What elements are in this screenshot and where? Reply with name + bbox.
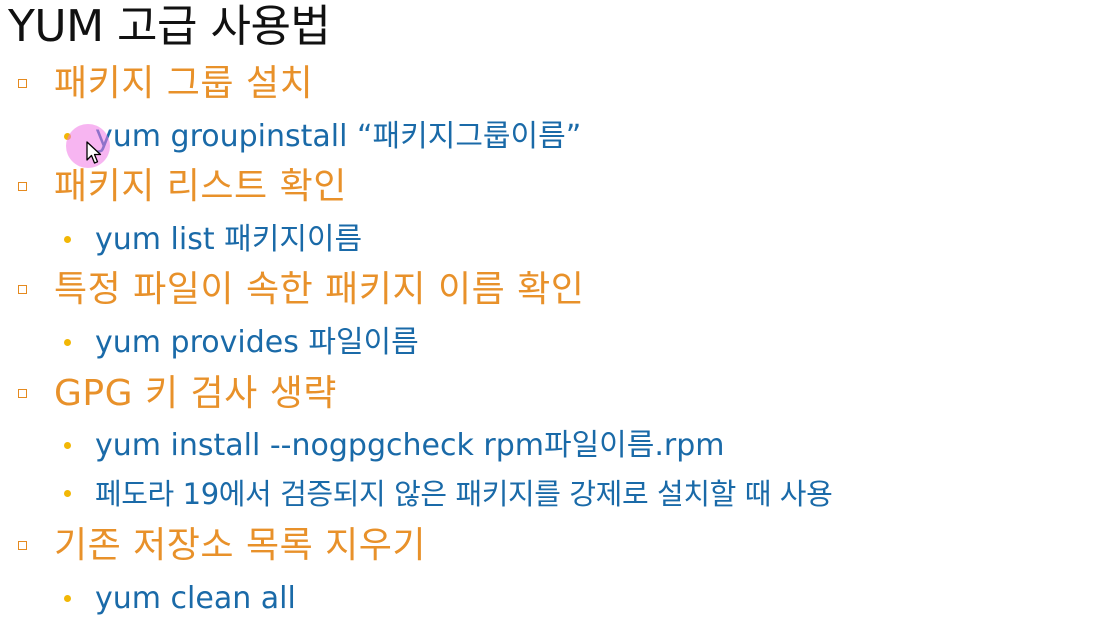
heading-text: 패키지 그룹 설치 bbox=[54, 63, 314, 104]
dot-bullet-icon bbox=[64, 595, 71, 602]
square-bullet-icon bbox=[18, 541, 27, 550]
heading-text: 기존 저장소 목록 지우기 bbox=[54, 525, 427, 566]
slide-title: YUM 고급 사용법 bbox=[8, 1, 331, 52]
dot-bullet-icon bbox=[64, 490, 71, 497]
square-bullet-icon bbox=[18, 389, 27, 398]
sub-bullet-text: yum list 패키지이름 bbox=[95, 222, 363, 257]
heading-text: 특정 파일이 속한 패키지 이름 확인 bbox=[54, 269, 585, 310]
heading-text: 패키지 리스트 확인 bbox=[54, 166, 347, 207]
sub-bullet-text: yum groupinstall “패키지그룹이름” bbox=[95, 119, 582, 154]
sub-bullet-text: yum provides 파일이름 bbox=[95, 325, 419, 360]
square-bullet-icon bbox=[18, 285, 27, 294]
sub-bullet-text: yum clean all bbox=[95, 581, 296, 616]
dot-bullet-icon bbox=[64, 236, 71, 243]
mouse-pointer-icon bbox=[86, 141, 102, 164]
heading-text: GPG 키 검사 생략 bbox=[54, 373, 337, 414]
square-bullet-icon bbox=[18, 182, 27, 191]
sub-bullet-text: 페도라 19에서 검증되지 않은 패키지를 강제로 설치할 때 사용 bbox=[95, 477, 833, 511]
dot-bullet-icon bbox=[64, 442, 71, 449]
sub-bullet-text: yum install --nogpgcheck rpm파일이름.rpm bbox=[95, 428, 725, 463]
dot-bullet-icon bbox=[64, 339, 71, 346]
square-bullet-icon bbox=[18, 79, 27, 88]
